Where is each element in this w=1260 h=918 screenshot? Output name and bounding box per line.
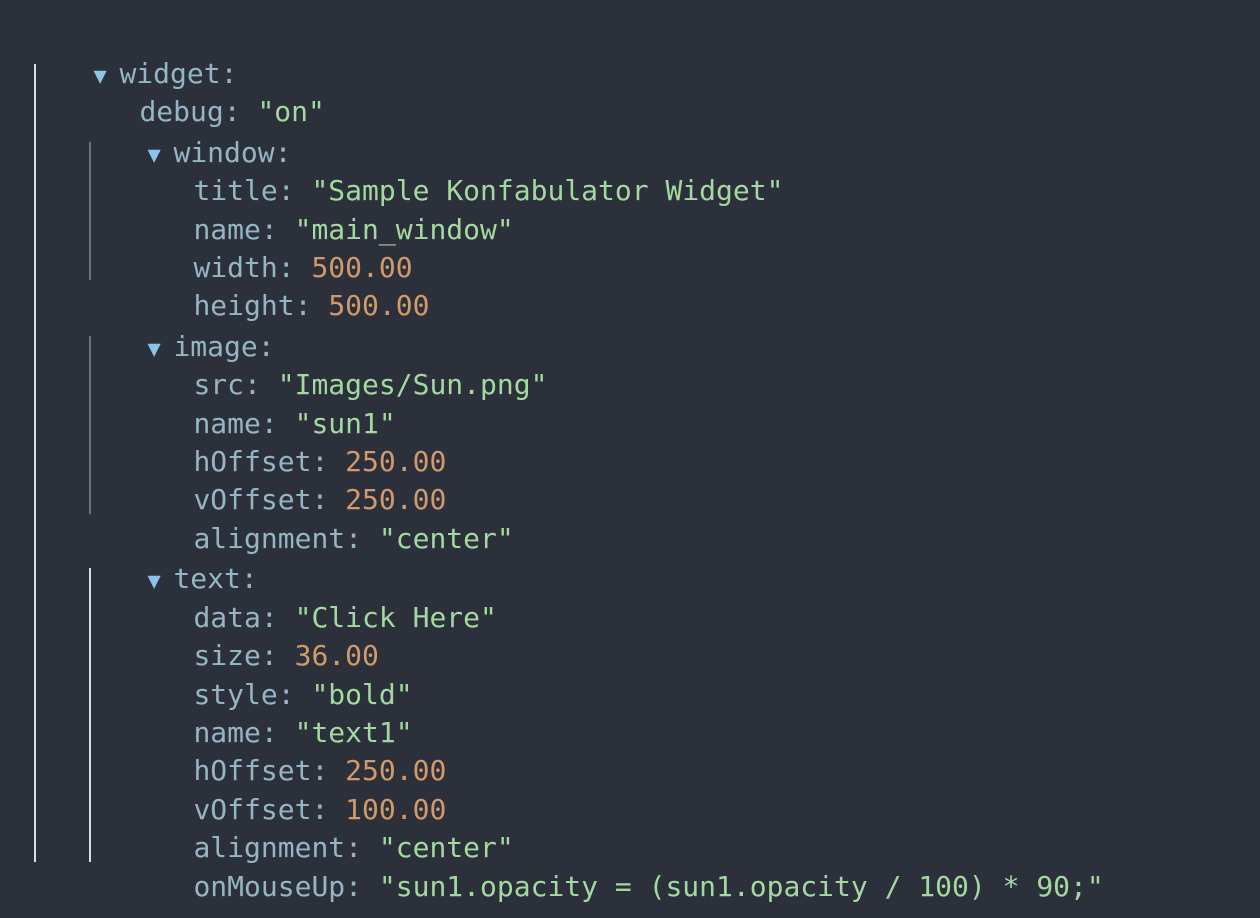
tree-node-window[interactable]: ▼ window: (80, 96, 291, 169)
tree-item-hoffset: hOffset: 250.00 (193, 754, 447, 787)
indent-guide-widget (34, 64, 36, 862)
tree-node-widget[interactable]: ▼ widget: (26, 17, 237, 90)
tree-item-style: style: "bold" (193, 678, 413, 711)
tree-item-onmouseup: onMouseUp: "sun1.opacity = (sun1.opacity… (193, 870, 1104, 903)
tree-item-debug: debug: "on" (139, 95, 325, 128)
tree-item-data: data: "Click Here" (193, 601, 497, 634)
tree-item-alignment: alignment: "center" (193, 831, 514, 864)
tree-item-width: width: 500.00 (193, 251, 413, 284)
tree-item-name: name: "text1" (193, 716, 413, 749)
tree-item-name: name: "sun1" (193, 407, 396, 440)
json-tree-view: ▼ widget: debug: "on" ▼ window: title: "Sa… (0, 0, 1260, 918)
item-value: "center" (378, 522, 514, 555)
tree-node-image[interactable]: ▼ image: (80, 290, 274, 363)
tree-item-alignment: alignment: "center" (193, 522, 514, 555)
item-key: onMouseUp (193, 870, 346, 903)
tree-item-voffset: vOffset: 250.00 (193, 483, 447, 516)
tree-item-size: size: 36.00 (193, 639, 379, 672)
tree-node-text[interactable]: ▼ text: (80, 522, 257, 595)
tree-item-src: src: "Images/Sun.png" (193, 368, 548, 401)
item-value: 500.00 (328, 289, 430, 322)
tree-item-name: name: "main_window" (193, 213, 514, 246)
item-value: "sun1.opacity = (sun1.opacity / 100) * 9… (378, 870, 1104, 903)
tree-item-height: height: 500.00 (193, 289, 430, 322)
tree-item-title: title: "Sample Konfabulator Widget" (193, 174, 784, 207)
tree-item-hoffset: hOffset: 250.00 (193, 445, 447, 478)
tree-item-voffset: vOffset: 100.00 (193, 793, 447, 826)
